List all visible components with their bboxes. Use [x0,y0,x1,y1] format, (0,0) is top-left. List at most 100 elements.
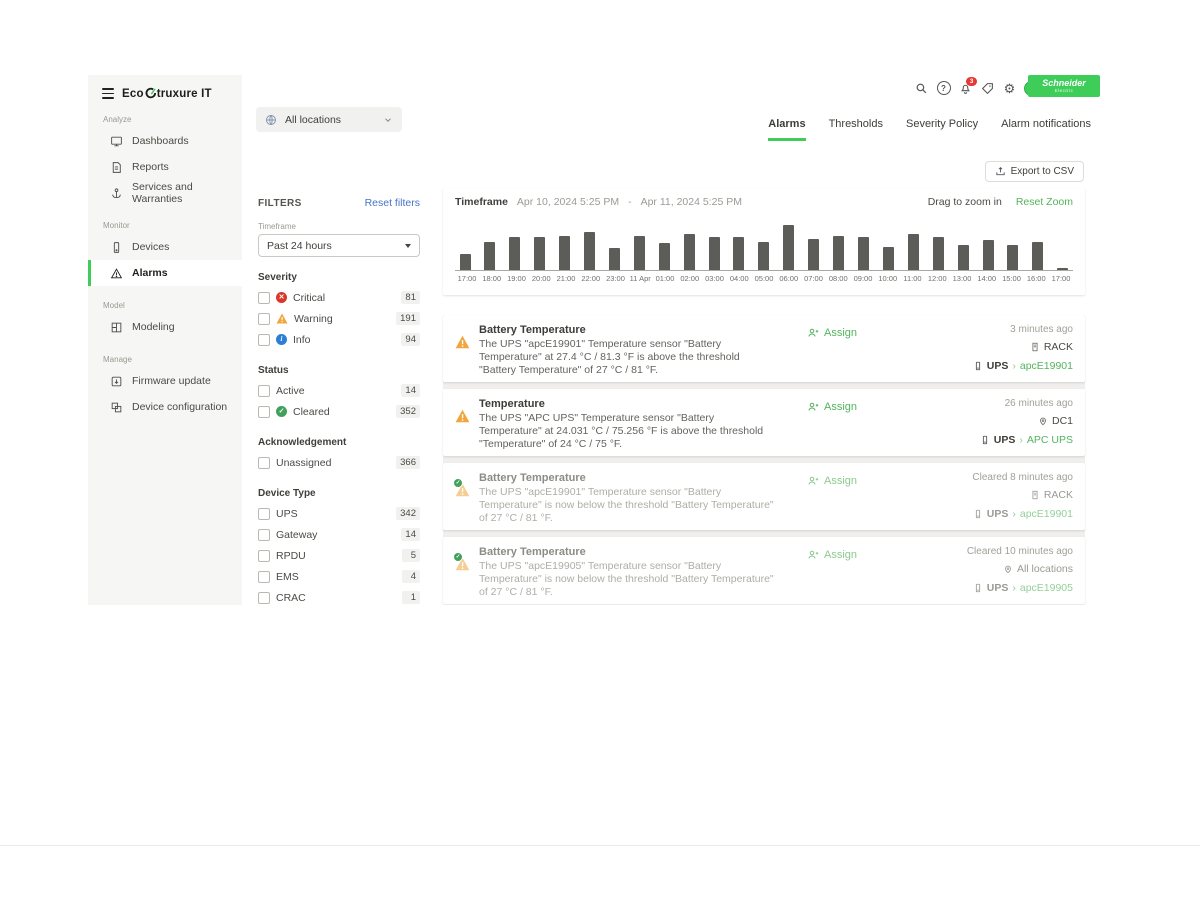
alarm-time: Cleared 8 minutes ago [972,472,1073,483]
sidebar-item-alarms[interactable]: Alarms [88,260,242,286]
device-link[interactable]: APC UPS [1027,434,1073,446]
filter-group-status: Status [258,365,420,376]
sidebar-item-reports[interactable]: Reports [88,154,242,180]
reset-zoom-link[interactable]: Reset Zoom [1016,196,1073,208]
chart-x-tick: 07:00 [802,274,826,283]
location-selector[interactable]: All locations [256,107,402,132]
assign-button[interactable]: Assign [807,549,857,565]
checkbox[interactable] [258,292,270,304]
cleared-check-icon: ✓ [453,478,463,488]
assign-button[interactable]: Assign [807,475,857,491]
alarm-device-path: UPS › apcE19901 [973,360,1073,372]
app-logo: Ecotruxure IT [122,87,212,100]
assign-button[interactable]: Assign [807,327,857,343]
sidebar-item-devices[interactable]: Devices [88,234,242,260]
tab-severity-policy[interactable]: Severity Policy [906,118,978,141]
rack-icon [1030,490,1040,500]
filter-row-critical[interactable]: ✕ Critical 81 [258,287,420,308]
cleared-icon: ✓ [276,406,287,417]
caret-down-icon [405,244,411,248]
alarm-location[interactable]: RACK [1030,341,1073,353]
alarm-row[interactable]: Battery Temperature The UPS "apcE19901" … [443,315,1085,382]
device-link[interactable]: apcE19901 [1020,508,1073,520]
chart-x-tick: 02:00 [678,274,702,283]
sidebar-item-firmware-update[interactable]: Firmware update [88,368,242,394]
filter-row-ems[interactable]: EMS 4 [258,566,420,587]
checkbox[interactable] [258,334,270,346]
device-link[interactable]: apcE19901 [1020,360,1073,372]
chevron-right-icon: › [1012,508,1016,520]
alarm-location[interactable]: All locations [1003,563,1073,575]
checkbox[interactable] [258,571,270,583]
chart-bars[interactable] [455,212,1073,271]
checkbox[interactable] [258,592,270,604]
chart-bar [509,237,520,270]
alarm-device-path: UPS › APC UPS [980,434,1073,446]
checkbox[interactable] [258,457,270,469]
checkbox[interactable] [258,313,270,325]
sidebar-item-label: Services and Warranties [132,181,242,205]
chart-bar [584,232,595,270]
checkbox[interactable] [258,385,270,397]
alarm-row[interactable]: Temperature The UPS "APC UPS" Temperatur… [443,389,1085,456]
tab-alarm-notifications[interactable]: Alarm notifications [1001,118,1091,141]
filter-row-gateway[interactable]: Gateway 14 [258,524,420,545]
assign-label: Assign [824,401,857,413]
alarm-row-cleared[interactable]: ✓ Battery Temperature The UPS "apcE19905… [443,537,1085,604]
filter-label: Cleared [293,406,330,418]
assign-label: Assign [824,475,857,487]
notifications-bell-icon[interactable]: 3 [958,81,973,96]
filter-row-info[interactable]: i Info 94 [258,329,420,350]
chart-bar [460,254,471,270]
menu-icon[interactable] [102,88,114,98]
checkbox[interactable] [258,550,270,562]
sidebar-item-modeling[interactable]: Modeling [88,314,242,340]
alarm-row-cleared[interactable]: ✓ Battery Temperature The UPS "apcE19901… [443,463,1085,530]
schneider-wordmark: Schneider [1042,79,1086,88]
help-icon[interactable]: ? [936,81,951,96]
sidebar-item-label: Firmware update [132,375,211,387]
filter-row-rpdu[interactable]: RPDU 5 [258,545,420,566]
filter-row-active[interactable]: Active 14 [258,380,420,401]
schneider-logo[interactable]: Schneider Electric [1028,75,1100,97]
filter-row-unassigned[interactable]: Unassigned 366 [258,452,420,473]
sidebar-item-device-configuration[interactable]: Device configuration [88,394,242,420]
checkbox[interactable] [258,529,270,541]
checkbox[interactable] [258,406,270,418]
tag-icon[interactable] [980,81,995,96]
assign-button[interactable]: Assign [807,401,857,417]
export-to-csv-button[interactable]: Export to CSV [985,161,1084,182]
chart-x-tick: 17:00 [1049,274,1073,283]
logo-prefix: Eco [122,88,144,100]
location-label: All locations [285,114,375,126]
reset-filters-link[interactable]: Reset filters [365,197,420,209]
search-icon[interactable] [914,81,929,96]
gear-icon[interactable]: ⚙ [1002,81,1017,96]
chart-bar [659,243,670,270]
tab-alarms[interactable]: Alarms [768,118,805,141]
chevron-right-icon: › [1012,360,1016,372]
timeframe-select[interactable]: Past 24 hours [258,234,420,257]
chart-x-tick: 08:00 [826,274,850,283]
assign-label: Assign [824,549,857,561]
export-label: Export to CSV [1011,166,1074,177]
checkbox[interactable] [258,508,270,520]
critical-icon: ✕ [276,292,287,303]
alarm-description: The UPS "apcE19901" Temperature sensor "… [479,338,779,377]
chart-x-tick: 17:00 [455,274,479,283]
filter-row-warning[interactable]: Warning 191 [258,308,420,329]
alarm-location[interactable]: DC1 [1038,415,1073,427]
filter-row-crac[interactable]: CRAC 1 [258,587,420,605]
filter-label: Warning [294,313,333,325]
chart-bar [833,236,844,270]
sidebar-item-services-and-warranties[interactable]: Services and Warranties [88,180,242,206]
sidebar-item-dashboards[interactable]: Dashboards [88,128,242,154]
filter-row-cleared[interactable]: ✓ Cleared 352 [258,401,420,422]
filter-row-ups[interactable]: UPS 342 [258,503,420,524]
device-link[interactable]: apcE19905 [1020,582,1073,594]
alarm-location[interactable]: RACK [1030,489,1073,501]
sidebar-item-label: Reports [132,161,169,173]
schneider-subtext: Electric [1055,88,1074,93]
assign-label: Assign [824,327,857,339]
tab-thresholds[interactable]: Thresholds [829,118,883,141]
